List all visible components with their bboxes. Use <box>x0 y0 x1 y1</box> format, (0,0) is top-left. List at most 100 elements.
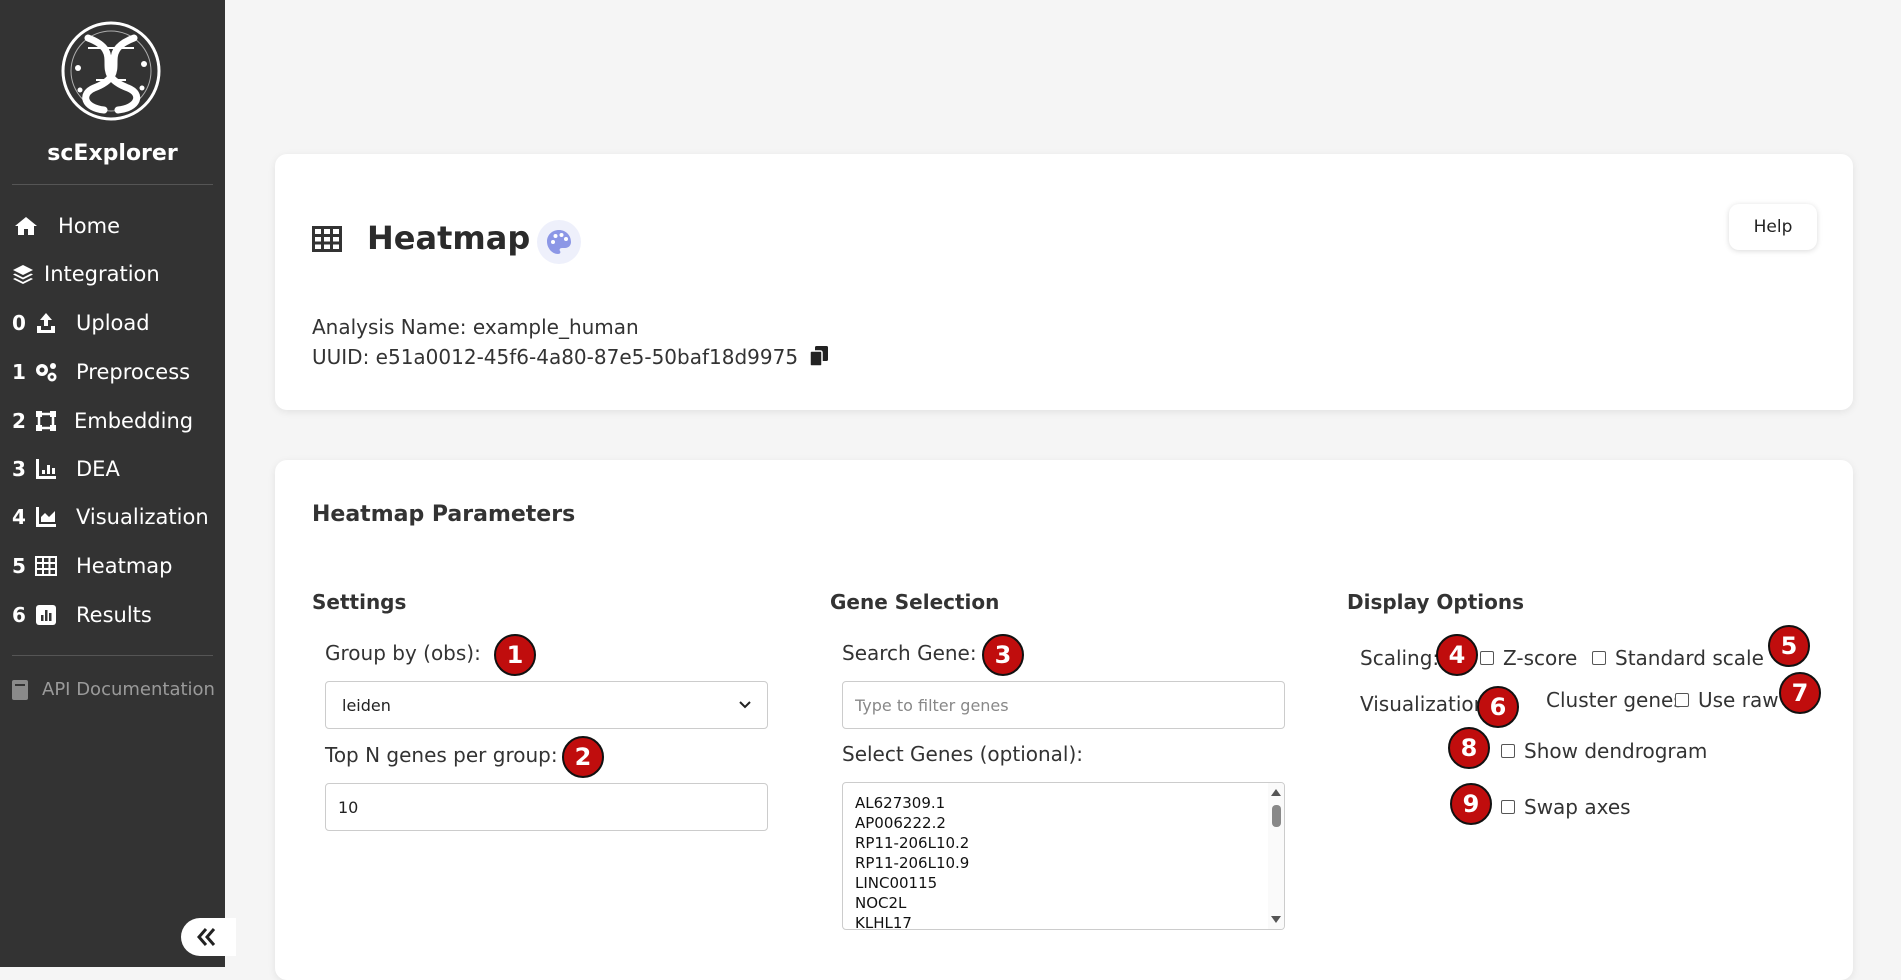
api-documentation-link[interactable]: API Documentation <box>12 679 215 700</box>
upload-icon <box>32 312 60 334</box>
brand-name: scExplorer <box>47 141 178 166</box>
gene-option[interactable]: RP11-206L10.2 <box>843 833 1284 853</box>
step-number: 6 <box>12 603 26 627</box>
top-n-label: Top N genes per group: <box>325 743 558 767</box>
cluster-genes-option[interactable]: Cluster genes <box>1523 688 1684 712</box>
nav-integration[interactable]: Integration <box>12 256 160 292</box>
scaling-label: Scaling: <box>1360 646 1440 670</box>
settings-heading: Settings <box>312 590 407 614</box>
nav-preprocess[interactable]: 1 Preprocess <box>12 354 190 390</box>
header-card: Heatmap Help Analysis Name: example_huma… <box>275 154 1853 410</box>
copy-icon[interactable] <box>809 346 829 371</box>
step-number: 1 <box>12 360 26 384</box>
step-number: 5 <box>12 554 26 578</box>
top-n-input[interactable] <box>325 783 768 831</box>
show-dendrogram-label: Show dendrogram <box>1524 739 1708 763</box>
nav-label: Integration <box>44 262 160 286</box>
nav-label: Preprocess <box>76 360 191 384</box>
annotation-badge: 3 <box>982 634 1024 676</box>
zscore-checkbox[interactable] <box>1480 651 1494 665</box>
scroll-up-arrow-icon[interactable] <box>1271 789 1281 796</box>
scroll-down-arrow-icon[interactable] <box>1271 916 1281 923</box>
annotation-badge: 9 <box>1450 783 1492 825</box>
zscore-label: Z-score <box>1503 646 1578 670</box>
annotation-badge: 5 <box>1768 625 1810 667</box>
swap-axes-option[interactable]: Swap axes <box>1501 795 1631 819</box>
gene-option[interactable]: LINC00115 <box>843 873 1284 893</box>
gene-option[interactable]: KLHL17 <box>843 913 1284 929</box>
standard-scale-checkbox[interactable] <box>1592 651 1606 665</box>
table-icon <box>312 226 342 252</box>
parameters-card: Heatmap Parameters Settings Group by (ob… <box>275 460 1853 980</box>
logo <box>61 21 161 121</box>
double-chevron-left-icon <box>197 928 216 946</box>
gene-selection-heading: Gene Selection <box>830 590 1000 614</box>
swap-axes-checkbox[interactable] <box>1501 800 1515 814</box>
nav-label: Home <box>58 214 121 238</box>
step-number: 4 <box>12 505 26 529</box>
vector-square-icon <box>32 410 60 432</box>
nav-label: Results <box>76 603 152 627</box>
annotation-badge: 6 <box>1477 686 1519 728</box>
uuid-text: UUID: e51a0012-45f6-4a80-87e5-50baf18d99… <box>312 345 799 369</box>
use-raw-checkbox[interactable] <box>1675 693 1689 707</box>
annotation-badge: 8 <box>1448 727 1490 769</box>
group-by-value: leiden <box>342 695 391 715</box>
use-raw-option[interactable]: Use raw <box>1675 688 1779 712</box>
nav-heatmap[interactable]: 5 Heatmap <box>12 548 172 584</box>
gene-option[interactable]: NOC2L <box>843 893 1284 913</box>
gene-option[interactable]: AL627309.1 <box>843 793 1284 813</box>
annotation-badge: 2 <box>562 736 604 778</box>
table-icon <box>32 555 60 577</box>
group-by-select[interactable]: leiden <box>325 681 768 729</box>
sidebar: scExplorer Home Integration 0 Upload 1 P… <box>0 0 225 967</box>
collapse-sidebar-button[interactable] <box>181 918 236 956</box>
palette-button[interactable] <box>537 220 581 264</box>
cluster-genes-label: Cluster genes <box>1546 688 1684 712</box>
layers-icon <box>12 263 34 285</box>
home-icon <box>12 215 40 237</box>
nav-results[interactable]: 6 Results <box>12 597 152 633</box>
analysis-name: Analysis Name: example_human <box>312 315 639 339</box>
gears-icon <box>32 361 60 383</box>
nav-embedding[interactable]: 2 Embedding <box>12 403 193 439</box>
section-title: Heatmap Parameters <box>312 502 576 527</box>
show-dendrogram-option[interactable]: Show dendrogram <box>1501 739 1707 763</box>
visualization-label: Visualization: <box>1360 692 1494 716</box>
sidebar-divider <box>12 184 213 185</box>
nav-label: Upload <box>76 311 150 335</box>
book-icon <box>12 679 30 700</box>
help-button[interactable]: Help <box>1729 204 1817 250</box>
gene-list-scrollbar[interactable] <box>1268 783 1284 929</box>
group-by-label: Group by (obs): <box>325 641 481 665</box>
sidebar-divider <box>12 655 213 656</box>
nav-upload[interactable]: 0 Upload <box>12 305 150 341</box>
annotation-badge: 4 <box>1436 634 1478 676</box>
scroll-thumb[interactable] <box>1272 805 1281 827</box>
annotation-badge: 7 <box>1779 672 1821 714</box>
zscore-option[interactable]: Z-score <box>1480 646 1577 670</box>
bar-chart-icon <box>32 458 60 480</box>
gene-multiselect[interactable]: AL627309.1 AP006222.2 RP11-206L10.2 RP11… <box>842 782 1285 930</box>
area-chart-icon <box>32 506 60 528</box>
search-gene-input[interactable] <box>842 681 1285 729</box>
step-number: 0 <box>12 311 26 335</box>
nav-label: Embedding <box>74 409 194 433</box>
nav-visualization[interactable]: 4 Visualization <box>12 499 209 535</box>
show-dendrogram-checkbox[interactable] <box>1501 744 1515 758</box>
display-options-heading: Display Options <box>1347 590 1525 614</box>
nav-dea[interactable]: 3 DEA <box>12 451 120 487</box>
select-genes-label: Select Genes (optional): <box>842 742 1084 766</box>
nav-label: Heatmap <box>76 554 173 578</box>
step-number: 3 <box>12 457 26 481</box>
standard-scale-label: Standard scale <box>1615 646 1764 670</box>
nav-home[interactable]: Home <box>12 208 120 244</box>
swap-axes-label: Swap axes <box>1524 795 1631 819</box>
gene-option[interactable]: RP11-206L10.9 <box>843 853 1284 873</box>
search-gene-label: Search Gene: <box>842 641 977 665</box>
standard-scale-option[interactable]: Standard scale <box>1592 646 1764 670</box>
gene-option[interactable]: AP006222.2 <box>843 813 1284 833</box>
nav-label: DEA <box>76 457 120 481</box>
square-chart-icon <box>32 604 60 626</box>
uuid-line: UUID: e51a0012-45f6-4a80-87e5-50baf18d99… <box>312 345 829 371</box>
